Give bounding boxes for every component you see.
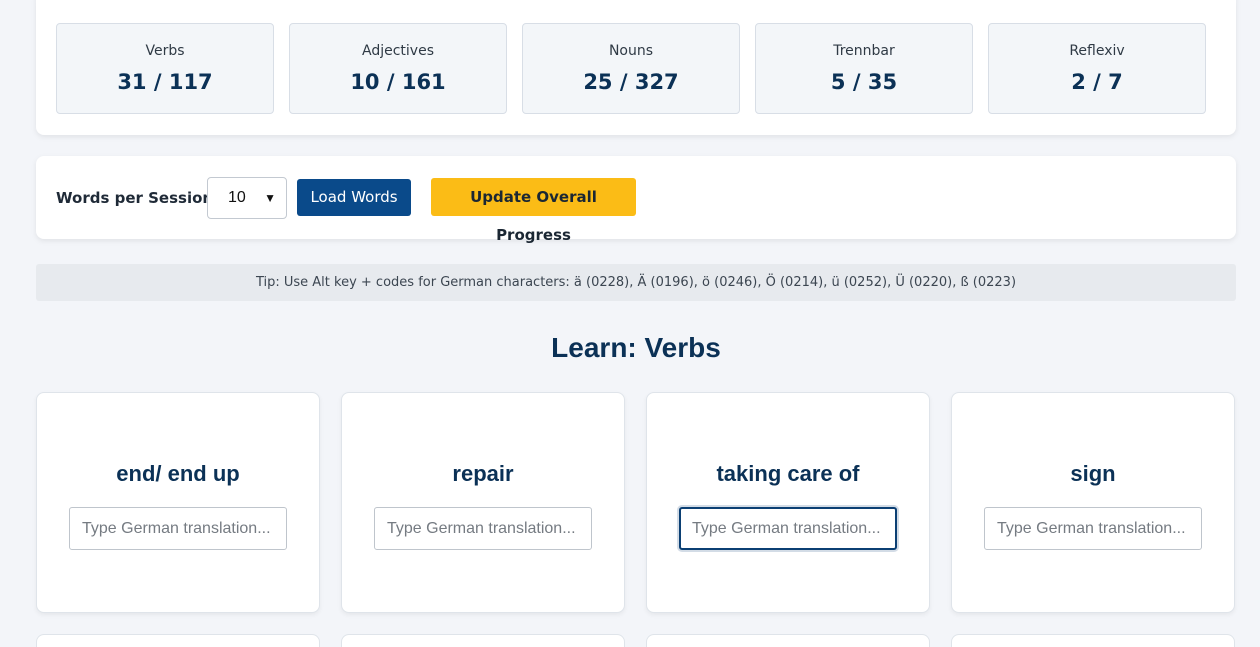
stat-label: Reflexiv — [1069, 43, 1125, 59]
chevron-down-icon: ▼ — [264, 191, 276, 205]
translation-input-focused[interactable] — [679, 507, 897, 550]
word-card-partial — [951, 634, 1235, 647]
app-page: Verbs 31 / 117 Adjectives 10 / 161 Nouns… — [0, 0, 1260, 647]
word-card: taking care of — [646, 392, 930, 613]
stat-value: 5 / 35 — [830, 70, 898, 94]
update-progress-button[interactable]: Update Overall Progress — [431, 178, 636, 244]
word-title: end/ end up — [116, 461, 240, 486]
translation-input[interactable] — [374, 507, 592, 550]
stat-card-verbs: Verbs 31 / 117 — [56, 23, 274, 114]
translation-input[interactable] — [984, 507, 1202, 550]
word-card-partial — [341, 634, 625, 647]
next-row-cards — [36, 634, 1235, 647]
stats-row: Verbs 31 / 117 Adjectives 10 / 161 Nouns… — [56, 23, 1206, 114]
word-card: end/ end up — [36, 392, 320, 613]
word-card-partial — [646, 634, 930, 647]
stat-card-nouns: Nouns 25 / 327 — [522, 23, 740, 114]
stat-label: Verbs — [145, 43, 185, 59]
load-words-button[interactable]: Load Words — [297, 179, 411, 216]
stat-value: 10 / 161 — [350, 70, 446, 94]
word-cards: end/ end up repair taking care of sign — [36, 392, 1235, 613]
stat-value: 2 / 7 — [1071, 70, 1123, 94]
select-value: 10 — [228, 189, 246, 206]
word-card: sign — [951, 392, 1235, 613]
word-card: repair — [341, 392, 625, 613]
section-title: Learn: Verbs — [551, 332, 721, 363]
stat-value: 25 / 327 — [583, 70, 679, 94]
stats-panel: Verbs 31 / 117 Adjectives 10 / 161 Nouns… — [36, 0, 1236, 135]
word-title: repair — [452, 461, 514, 486]
words-per-session-label: Words per Session: — [56, 189, 220, 207]
word-card-partial — [36, 634, 320, 647]
word-title: sign — [1070, 461, 1116, 486]
stat-card-trennbar: Trennbar 5 / 35 — [755, 23, 973, 114]
tip-bar: Tip: Use Alt key + codes for German char… — [36, 264, 1236, 301]
words-per-session-select[interactable]: 10 ▼ — [207, 177, 287, 219]
stat-label: Adjectives — [362, 43, 434, 59]
stat-label: Nouns — [608, 43, 654, 59]
word-title: taking care of — [716, 461, 860, 486]
stat-card-reflexiv: Reflexiv 2 / 7 — [988, 23, 1206, 114]
stat-value: 31 / 117 — [117, 70, 213, 94]
session-controls: Words per Session: 10 ▼ Load Words Updat… — [36, 156, 1236, 244]
stat-label: Trennbar — [833, 43, 895, 59]
translation-input[interactable] — [69, 507, 287, 550]
stat-card-adjectives: Adjectives 10 / 161 — [289, 23, 507, 114]
